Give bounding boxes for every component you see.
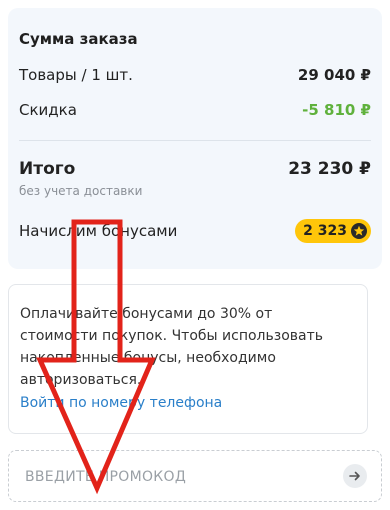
discount-row: Скидка -5 810 ₽ bbox=[19, 101, 371, 119]
bonus-row: Начислим бонусами 2 323 bbox=[19, 219, 371, 243]
promo-code-input[interactable] bbox=[23, 465, 327, 489]
star-coin-icon bbox=[351, 223, 367, 239]
bonus-badge: 2 323 bbox=[295, 219, 371, 243]
bonus-label: Начислим бонусами bbox=[19, 222, 178, 240]
arrow-right-icon bbox=[349, 471, 360, 481]
goods-row: Товары / 1 шт. 29 040 ₽ bbox=[19, 66, 371, 84]
order-summary-title: Сумма заказа bbox=[19, 30, 138, 48]
bonus-value: 2 323 bbox=[303, 223, 347, 239]
summary-divider bbox=[19, 140, 371, 141]
order-summary-card: Сумма заказа Товары / 1 шт. 29 040 ₽ Ски… bbox=[8, 8, 382, 269]
bonus-info-card: Оплачивайте бонусами до 30% от стоимости… bbox=[8, 284, 368, 434]
promo-submit-button[interactable] bbox=[343, 464, 367, 488]
total-row: Итого 23 230 ₽ bbox=[19, 159, 371, 179]
goods-label: Товары / 1 шт. bbox=[19, 66, 133, 84]
login-by-phone-link[interactable]: Войти по номеру телефона bbox=[20, 395, 222, 411]
total-value: 23 230 ₽ bbox=[288, 159, 371, 179]
goods-value: 29 040 ₽ bbox=[297, 66, 371, 84]
discount-label: Скидка bbox=[19, 101, 77, 119]
bonus-info-text: Оплачивайте бонусами до 30% от стоимости… bbox=[20, 306, 323, 388]
total-label: Итого bbox=[19, 159, 76, 179]
total-note: без учета доставки bbox=[19, 184, 143, 198]
discount-value: -5 810 ₽ bbox=[302, 101, 371, 119]
star-glyph bbox=[353, 225, 365, 236]
promo-code-field bbox=[8, 450, 382, 502]
